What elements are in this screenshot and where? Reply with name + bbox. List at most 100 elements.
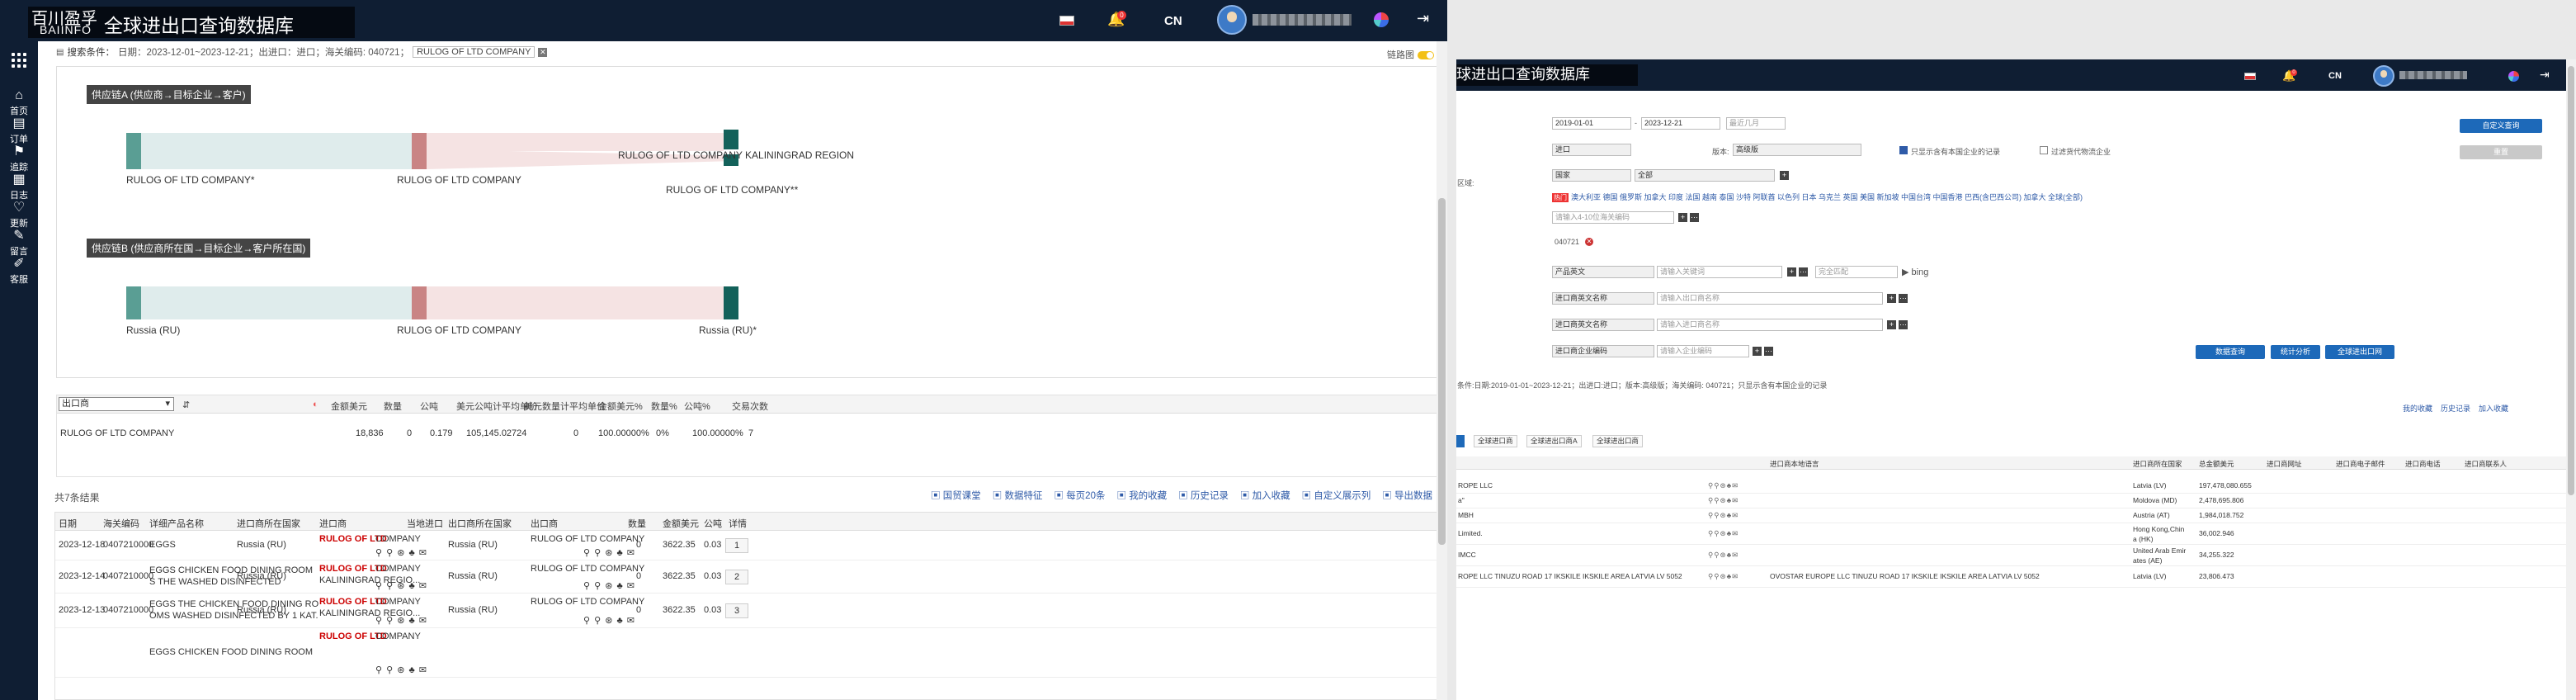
- cell-importer[interactable]: COMPANY: [375, 564, 421, 574]
- region-value-select[interactable]: 全部: [1635, 169, 1775, 182]
- avatar[interactable]: [1217, 5, 1247, 35]
- exporter-action-icons[interactable]: ⚲ ⚲ ⊛ ♣ ✉: [583, 580, 635, 591]
- th-local[interactable]: 当地进口: [407, 517, 443, 530]
- th-exporter[interactable]: 出口商: [531, 517, 558, 530]
- right-theme-icon[interactable]: [2508, 71, 2519, 82]
- cell-product-1[interactable]: EGGS THE CHICKEN FOOD DINING RO: [149, 599, 318, 609]
- more-code-icon[interactable]: ⋯: [1764, 347, 1773, 356]
- cell-importer[interactable]: COMPANY: [375, 534, 421, 544]
- theme-icon[interactable]: [1374, 12, 1389, 27]
- right-table-row[interactable]: IMCC ⚲⚲⊛♣✉ United Arab Emir ates (AE) 34,255…: [1456, 545, 2566, 566]
- tab-1[interactable]: 全球进出口商A: [1526, 435, 1582, 447]
- right-tool-2[interactable]: 加入收藏: [2479, 403, 2508, 414]
- exporter-field-select[interactable]: 进口商英文名称: [1552, 292, 1654, 305]
- add-code-icon[interactable]: +: [1753, 347, 1762, 356]
- right-scrollbar[interactable]: [2566, 59, 2576, 700]
- detail-button[interactable]: 1: [725, 538, 748, 553]
- th-qty[interactable]: 数量: [628, 517, 646, 530]
- node-b-right[interactable]: [724, 286, 738, 319]
- custom-query-button[interactable]: 自定义查询: [2460, 119, 2542, 133]
- add-exporter-icon[interactable]: +: [1887, 294, 1896, 303]
- rth-1[interactable]: 进口商所在国家: [2133, 459, 2182, 469]
- filter-forwarder-checkbox[interactable]: [2040, 146, 2048, 154]
- right-tool-1[interactable]: 历史记录: [2441, 403, 2470, 414]
- stat-button[interactable]: 统计分析: [2271, 345, 2320, 359]
- right-scrollbar-thumb[interactable]: [2568, 66, 2574, 495]
- nav-item[interactable]: ⌂ 首页: [0, 88, 38, 117]
- th-detail[interactable]: 详情: [729, 517, 747, 530]
- rth-4[interactable]: 进口商电子邮件: [2336, 459, 2385, 469]
- row-action-icons[interactable]: ⚲⚲⊛♣✉: [1708, 511, 1739, 520]
- country-list[interactable]: 澳大利亚 德国 俄罗斯 加拿大 印度 法国 越南 泰国 沙特 阿联酋 以色列 日…: [1571, 193, 2083, 201]
- nav-item[interactable]: ⚑ 追踪: [0, 144, 38, 173]
- th-date[interactable]: 日期: [59, 517, 77, 530]
- cell-product-1[interactable]: EGGS: [149, 540, 176, 550]
- importer-action-icons[interactable]: ⚲ ⚲ ⊛ ♣ ✉: [375, 615, 427, 626]
- add-product-icon[interactable]: +: [1787, 267, 1796, 277]
- cell-product-1[interactable]: EGGS CHICKEN FOOD DINING ROOM: [149, 565, 313, 575]
- recent-months-select[interactable]: 最近几月: [1726, 117, 1786, 130]
- row-action-icons[interactable]: ⚲⚲⊛♣✉: [1708, 496, 1739, 505]
- table-row[interactable]: 2023-12-18 0407210000 EGGS Russia (RU) RULOG…: [55, 531, 1437, 560]
- rth-0[interactable]: 进口商本地语言: [1770, 459, 1819, 469]
- detail-button[interactable]: 2: [725, 570, 748, 584]
- rcell-name[interactable]: MBH: [1458, 511, 1474, 519]
- add-hs-icon[interactable]: +: [1678, 213, 1687, 222]
- tool-0[interactable]: 国贸课堂: [931, 489, 981, 502]
- remove-hs-icon[interactable]: ✕: [1585, 238, 1593, 246]
- chart-icon[interactable]: ◐: [313, 400, 318, 409]
- export-site-button[interactable]: 全球进出口网: [2325, 345, 2394, 359]
- node-b-mid[interactable]: [412, 286, 427, 319]
- date-from-input[interactable]: 2019-01-01: [1552, 117, 1631, 130]
- nav-item[interactable]: ▦ 日志: [0, 172, 38, 201]
- cell-exporter[interactable]: RULOG OF LTD COMPANY: [531, 564, 644, 574]
- table-row[interactable]: EGGS CHICKEN FOOD DINING ROOM RULOG OF LT…: [55, 628, 1437, 678]
- agg-h5[interactable]: 金额美元%: [598, 400, 643, 413]
- rth-6[interactable]: 进口商联系人: [2465, 459, 2507, 469]
- right-language-switch[interactable]: CN: [2328, 71, 2342, 81]
- more-product-icon[interactable]: ⋯: [1799, 267, 1808, 277]
- right-table-row[interactable]: ROPE LLC ⚲⚲⊛♣✉ Latvia (LV) 197,478,080.655: [1456, 479, 2566, 494]
- th-ton[interactable]: 公吨: [704, 517, 722, 530]
- more-importer-icon[interactable]: ⋯: [1899, 320, 1908, 329]
- toggle-icon[interactable]: [1418, 51, 1434, 60]
- right-tool-0[interactable]: 我的收藏: [2403, 403, 2432, 414]
- chain-switch[interactable]: 链路图: [1387, 48, 1434, 61]
- right-table-row[interactable]: MBH ⚲⚲⊛♣✉ Austria (AT) 1,984,018.752: [1456, 508, 2566, 523]
- tool-2[interactable]: 每页20条: [1054, 489, 1105, 502]
- right-logout-icon[interactable]: ⇥: [2540, 68, 2550, 82]
- row-action-icons[interactable]: ⚲⚲⊛♣✉: [1708, 481, 1739, 490]
- right-table-row[interactable]: Limited. ⚲⚲⊛♣✉ Hong Kong,Chin a (HK) 36,002.…: [1456, 523, 2566, 545]
- cell-exporter[interactable]: RULOG OF LTD COMPANY: [531, 534, 644, 544]
- version-select[interactable]: 高级版: [1733, 144, 1861, 156]
- agg-h8[interactable]: 交易次数: [732, 400, 768, 413]
- nav-item[interactable]: ✎ 留言: [0, 228, 38, 258]
- agg-h0[interactable]: 金额美元: [331, 400, 367, 413]
- tool-7[interactable]: 导出数据: [1382, 489, 1432, 502]
- scrollbar-thumb[interactable]: [1438, 198, 1446, 545]
- right-avatar[interactable]: [2373, 65, 2394, 87]
- rcell-name[interactable]: ROPE LLC: [1458, 481, 1493, 490]
- th-hs[interactable]: 海关编码: [103, 517, 139, 530]
- import-export-select[interactable]: 进口: [1552, 144, 1631, 156]
- more-exporter-icon[interactable]: ⋯: [1899, 294, 1908, 303]
- date-to-input[interactable]: 2023-12-21: [1641, 117, 1720, 130]
- region-type-select[interactable]: 国家: [1552, 169, 1631, 182]
- importer-input[interactable]: 请输入进口商名称: [1657, 319, 1883, 331]
- node-a-right1[interactable]: [724, 130, 738, 149]
- exporter-action-icons[interactable]: ⚲ ⚲ ⊛ ♣ ✉: [583, 547, 635, 558]
- agg-h6[interactable]: 数量%: [651, 400, 677, 413]
- agg-h4[interactable]: 美元数量计平均单价: [524, 400, 606, 413]
- th-importer[interactable]: 进口商: [319, 517, 347, 530]
- bing-link[interactable]: ▶ bing: [1902, 267, 1928, 277]
- flag-icon[interactable]: [1059, 16, 1074, 26]
- tool-3[interactable]: 我的收藏: [1116, 489, 1167, 502]
- sort-icon[interactable]: ⇵: [182, 400, 190, 410]
- table-row[interactable]: 2023-12-13 0407210000 EGGS THE CHICKEN FOO…: [55, 594, 1437, 628]
- rth-5[interactable]: 进口商电话: [2405, 459, 2441, 469]
- node-a-mid[interactable]: [412, 133, 427, 169]
- logout-icon[interactable]: ⇥: [1417, 10, 1429, 27]
- menu-grid-icon[interactable]: [12, 53, 26, 68]
- agg-h2[interactable]: 公吨: [420, 400, 438, 413]
- importer-action-icons[interactable]: ⚲ ⚲ ⊛ ♣ ✉: [375, 547, 427, 558]
